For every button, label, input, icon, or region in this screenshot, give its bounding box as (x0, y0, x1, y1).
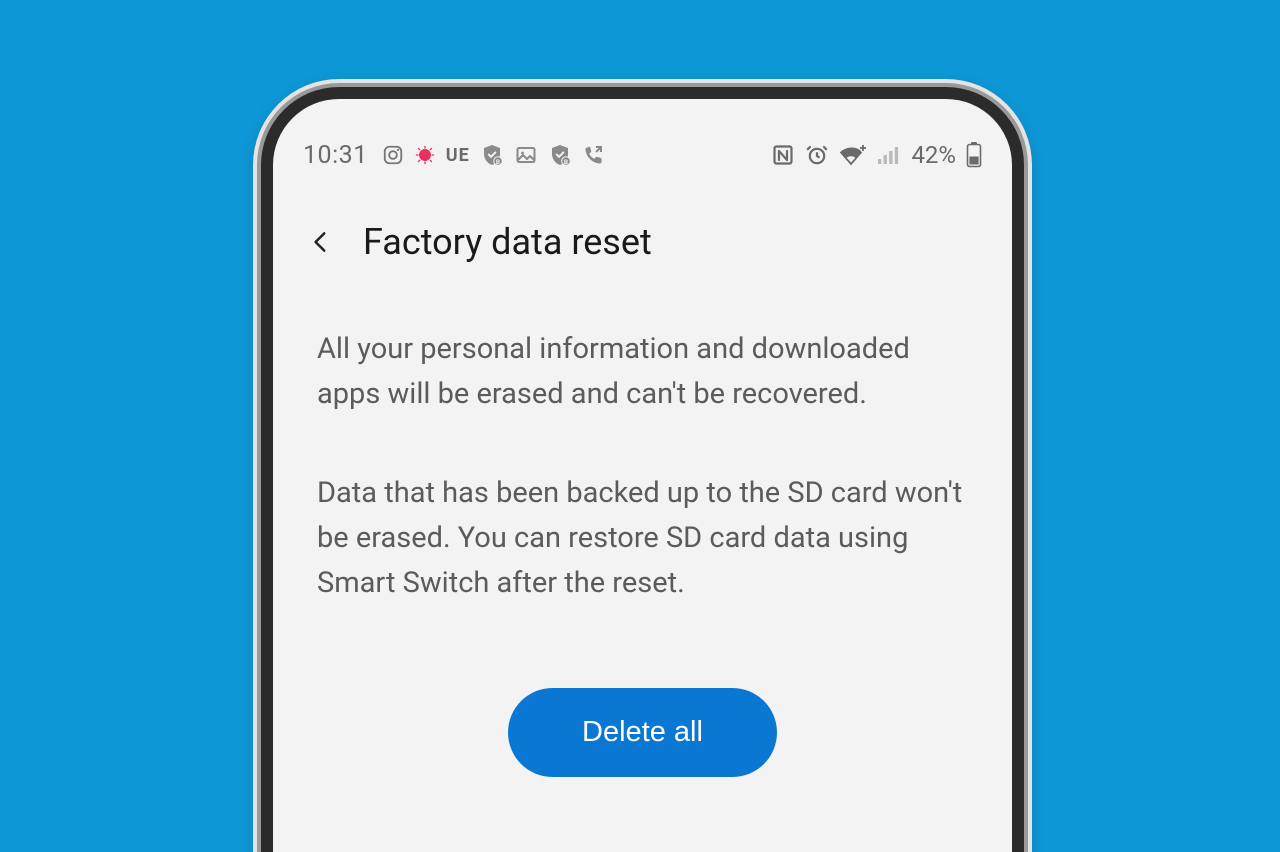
phone-frame: 10:31 (261, 87, 1024, 852)
battery-icon (966, 142, 982, 168)
svg-text:B: B (564, 158, 568, 166)
warning-paragraph-2: Data that has been backed up to the SD c… (317, 471, 968, 606)
status-time: 10:31 (303, 141, 368, 170)
delete-all-button[interactable]: Delete all (508, 688, 777, 777)
content: All your personal information and downlo… (273, 263, 1012, 777)
gallery-icon (514, 143, 538, 167)
red-dot-icon (414, 144, 436, 166)
instagram-icon (382, 144, 404, 166)
signal-icon (877, 144, 901, 166)
shield-check-2-icon: B (548, 143, 572, 167)
phone-screen: 10:31 (273, 99, 1012, 852)
alarm-icon (805, 143, 829, 167)
shield-check-icon: B (480, 143, 504, 167)
nfc-icon (771, 143, 795, 167)
app-bar: Factory data reset (273, 171, 1012, 263)
cta-row: Delete all (317, 660, 968, 777)
ue-icon: UE (446, 145, 470, 166)
warning-paragraph-1: All your personal information and downlo… (317, 327, 968, 417)
back-button[interactable] (303, 224, 339, 260)
incoming-call-icon (582, 143, 606, 167)
status-right: 42% (771, 141, 982, 169)
wifi-plus-icon (839, 143, 867, 167)
page-title: Factory data reset (363, 221, 652, 263)
battery-percent: 42% (911, 141, 956, 169)
svg-text:B: B (496, 158, 500, 166)
status-left: 10:31 (303, 141, 606, 170)
status-bar: 10:31 (273, 99, 1012, 171)
chevron-left-icon (308, 229, 334, 255)
